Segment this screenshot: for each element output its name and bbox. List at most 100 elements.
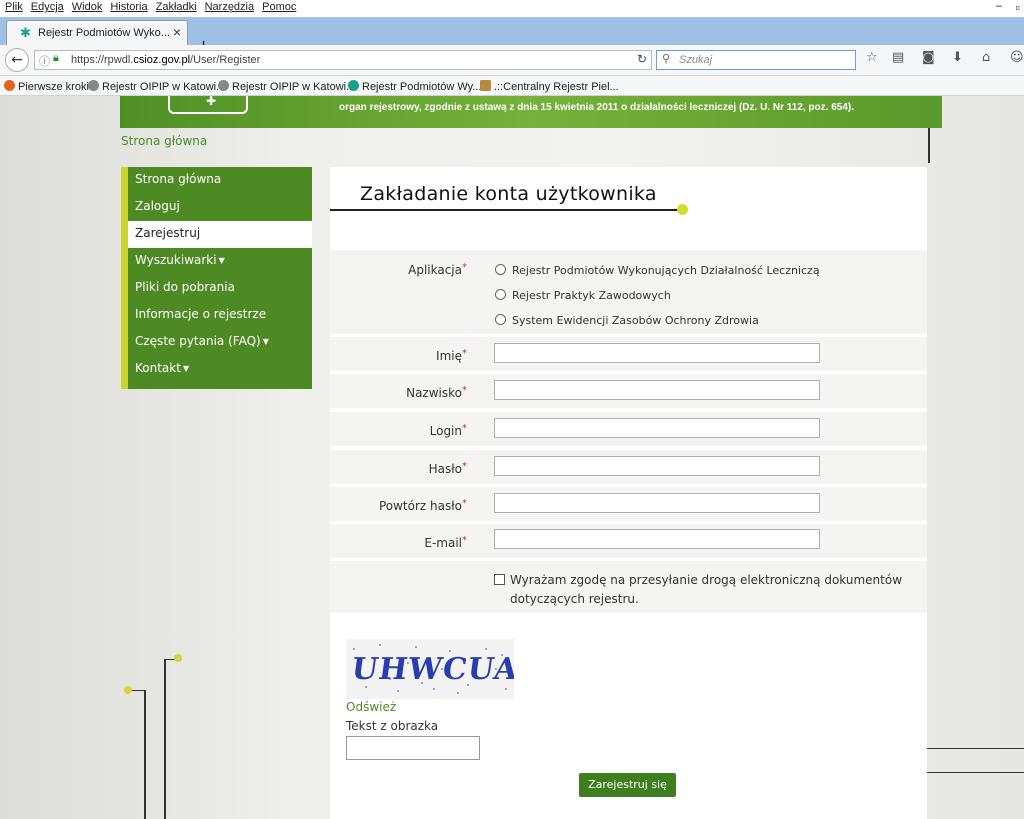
circuit-trace: [928, 128, 930, 163]
password-row: Hasło*: [330, 450, 927, 484]
repeat-password-field[interactable]: [494, 493, 820, 513]
caduceus-icon: [348, 80, 359, 91]
close-tab-icon[interactable]: ×: [173, 24, 181, 40]
application-row: Aplikacja* Rejestr Podmiotów Wykonującyc…: [330, 250, 927, 334]
email-field[interactable]: [494, 529, 820, 549]
consent-row: Wyrażam zgodę na przesyłanie drogą elekt…: [330, 561, 927, 613]
consent-checkbox[interactable]: [494, 574, 505, 588]
caret-down-icon: ▼: [182, 364, 190, 373]
last-name-label: Nazwisko*: [406, 385, 467, 400]
captcha-image: UHWCUA: [346, 639, 514, 699]
menu-bookmarks[interactable]: Zakładki: [153, 0, 200, 14]
menu-tools[interactable]: Narzędzia: [202, 0, 258, 14]
globe-icon: [218, 80, 229, 91]
circuit-trace: [927, 772, 1024, 773]
last-name-row: Nazwisko*: [330, 374, 927, 408]
sidebar-item-register[interactable]: Zarejestruj: [128, 221, 312, 248]
breadcrumb[interactable]: Strona główna: [121, 134, 207, 148]
sidebar-item-search-engines[interactable]: Wyszukiwarki ▼: [128, 248, 312, 275]
home-icon[interactable]: ⌂: [982, 50, 990, 65]
window-close-icon[interactable]: ▫: [1015, 0, 1020, 15]
page-title: Zakładanie konta użytkownika: [360, 183, 657, 205]
repeat-password-row: Powtórz hasło*: [330, 487, 927, 521]
browser-tab[interactable]: ✱ Rejestr Podmiotów Wyko... ×: [6, 20, 188, 46]
bookmarks-bar: Pierwsze kroki Rejestr OIPIP w Katowi...…: [0, 76, 1024, 96]
back-button[interactable]: ←: [5, 48, 29, 72]
url-text: https://rpwdl.csioz.gov.pl/User/Register: [71, 54, 261, 66]
bookmark-item[interactable]: Rejestr OIPIP w Katowi...: [88, 80, 225, 93]
globe-icon: [88, 80, 99, 91]
captcha-label: Tekst z obrazka: [346, 719, 439, 733]
site-logo[interactable]: ✚: [168, 96, 248, 114]
sidebar-item-downloads[interactable]: Pliki do pobrania: [128, 275, 312, 302]
consent-text: Wyrażam zgodę na przesyłanie drogą elekt…: [510, 573, 903, 606]
circuit-dot: [174, 654, 182, 662]
login-field[interactable]: [494, 418, 820, 438]
site-banner: ✚ organ rejestrowy, zgodnie z ustawą z d…: [120, 96, 942, 128]
caduceus-favicon-icon: ✱: [20, 25, 31, 40]
smiley-icon[interactable]: ☺: [1010, 50, 1024, 65]
menu-history[interactable]: Historia: [107, 0, 150, 14]
captcha-refresh-link[interactable]: Odśwież: [346, 700, 396, 714]
star-icon[interactable]: ☆: [866, 50, 878, 65]
menu-view[interactable]: Widok: [69, 0, 106, 14]
reading-list-icon[interactable]: ▤: [892, 50, 904, 65]
pocket-icon[interactable]: ◙: [922, 50, 935, 65]
search-input[interactable]: ⚲ Szukaj: [656, 50, 856, 70]
sidebar-item-registry-info[interactable]: Informacje o rejestrze: [128, 302, 312, 329]
application-option-rpwdl[interactable]: Rejestr Podmiotów Wykonujących Działalno…: [495, 264, 820, 277]
sidebar-item-login[interactable]: Zaloguj: [128, 194, 312, 221]
menu-edit[interactable]: Edycja: [28, 0, 67, 14]
email-label: E-mail*: [424, 535, 467, 550]
circuit-trace: [927, 748, 1024, 749]
info-icon[interactable]: ⓘ: [39, 53, 50, 69]
minimize-icon[interactable]: –: [996, 0, 1002, 12]
search-icon: ⚲: [662, 53, 671, 65]
circuit-dot: [124, 686, 132, 694]
radio-button[interactable]: [495, 314, 506, 325]
page-icon: [480, 80, 491, 91]
bookmark-item[interactable]: Pierwsze kroki: [4, 80, 89, 93]
bookmark-item[interactable]: Rejestr Podmiotów Wy...: [348, 80, 482, 93]
reload-icon[interactable]: ↻: [637, 52, 647, 66]
application-option-rpz[interactable]: Rejestr Praktyk Zawodowych: [495, 289, 671, 302]
sidebar-item-faq[interactable]: Częste pytania (FAQ) ▼: [128, 329, 312, 356]
menu-bar: Plik Edycja Widok Historia Zakładki Narzędzia…: [0, 0, 1024, 17]
url-bar[interactable]: ⓘ 🔒︎ https://rpwdl.csioz.gov.pl/User/Reg…: [34, 50, 652, 70]
radio-button[interactable]: [495, 289, 506, 300]
sidebar-nav: Strona główna Zaloguj Zarejestruj Wyszuk…: [121, 167, 312, 389]
search-placeholder: Szukaj: [679, 54, 713, 66]
circuit-trace: [128, 690, 146, 819]
password-field[interactable]: [494, 456, 820, 476]
captcha-input[interactable]: [346, 736, 480, 760]
title-underline: [330, 209, 680, 211]
caret-down-icon: ▼: [262, 337, 269, 346]
repeat-password-label: Powtórz hasło*: [378, 498, 467, 513]
banner-notice: organ rejestrowy, zgodnie z ustawą z dni…: [339, 102, 854, 113]
captcha-text: UHWCUA: [349, 652, 514, 687]
caret-down-icon: ▼: [218, 256, 225, 265]
login-row: Login*: [330, 412, 927, 446]
email-row: E-mail*: [330, 524, 927, 558]
application-option-sezoz[interactable]: System Ewidencji Zasobów Ochrony Zdrowia: [495, 314, 759, 327]
navigation-bar: ← ⓘ 🔒︎ https://rpwdl.csioz.gov.pl/User/R…: [0, 45, 1024, 76]
tab-title: Rejestr Podmiotów Wyko...: [38, 27, 170, 39]
sidebar-item-home[interactable]: Strona główna: [128, 167, 312, 194]
bookmark-item[interactable]: Rejestr OIPIP w Katowi...: [218, 80, 355, 93]
first-name-row: Imię*: [330, 337, 927, 371]
lock-icon: 🔒︎: [53, 52, 59, 64]
application-label: Aplikacja*: [408, 262, 467, 277]
circuit-trace: [164, 659, 180, 819]
bookmark-item[interactable]: .::Centralny Rejestr Piel...: [480, 80, 619, 93]
register-button[interactable]: Zarejestruj się: [579, 773, 676, 797]
registration-panel: Zakładanie konta użytkownika Aplikacja* …: [330, 167, 927, 819]
web-page: ✚ organ rejestrowy, zgodnie z ustawą z d…: [0, 96, 1024, 819]
menu-help[interactable]: Pomoc: [259, 0, 299, 14]
sidebar-item-contact[interactable]: Kontakt ▼: [128, 356, 312, 383]
first-name-field[interactable]: [494, 343, 820, 363]
last-name-field[interactable]: [494, 380, 820, 400]
radio-button[interactable]: [495, 264, 506, 275]
download-icon[interactable]: ⬇: [952, 50, 963, 65]
menu-file[interactable]: Plik: [2, 0, 26, 14]
first-name-label: Imię*: [436, 348, 467, 363]
